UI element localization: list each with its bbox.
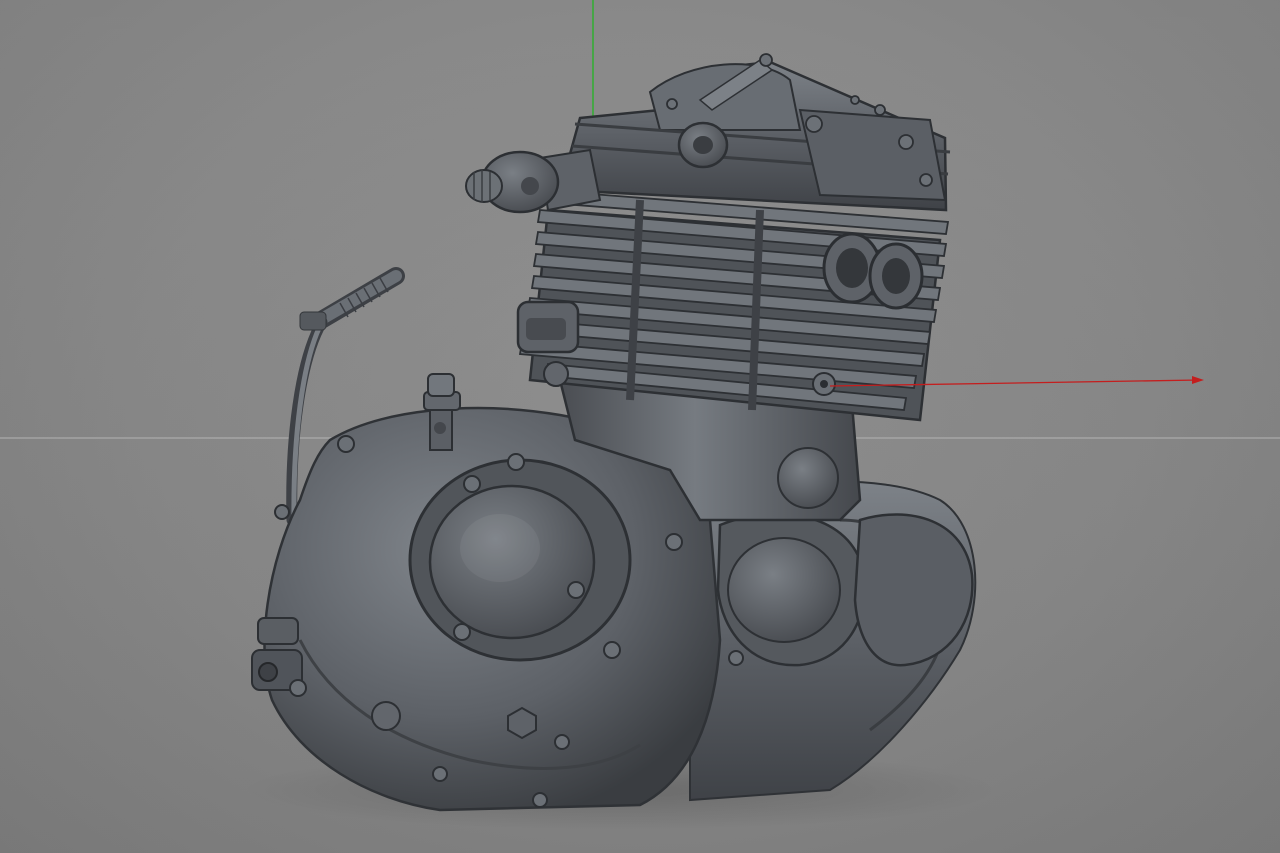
- drain-plug-hex: [507, 706, 537, 740]
- cylinder-head: [558, 53, 951, 212]
- lower-left-plug: [371, 701, 401, 731]
- shift-linkage[interactable]: [251, 617, 307, 697]
- engine-model-icon[interactable]: [251, 53, 977, 812]
- magneto-cover: [408, 458, 632, 662]
- base-stud-boss: [777, 447, 839, 509]
- x-axis-arrowhead: [1192, 376, 1204, 384]
- air-filter-intake[interactable]: [465, 148, 602, 214]
- 3d-viewport[interactable]: [0, 0, 1280, 853]
- viewport-scene[interactable]: [0, 0, 1280, 853]
- spark-plug-boss: [812, 372, 836, 396]
- starter-cover: [716, 512, 866, 667]
